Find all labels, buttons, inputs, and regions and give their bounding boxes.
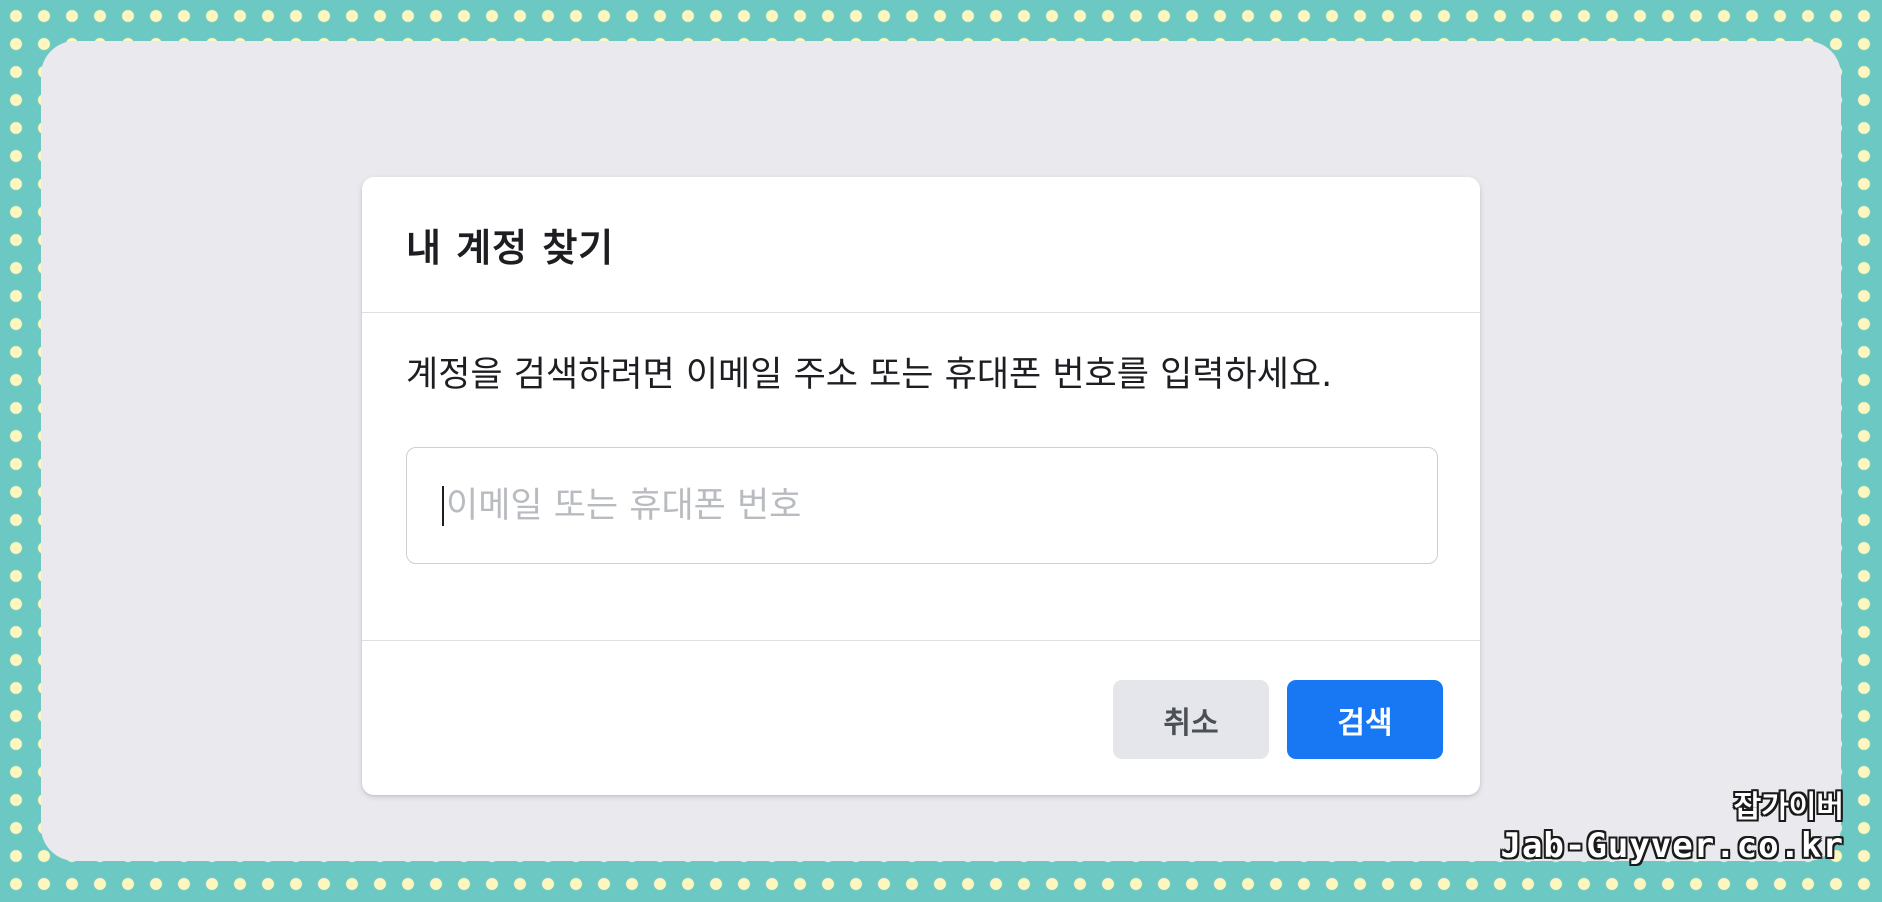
site-watermark: 잡가이버 Jab-Guyver.co.kr xyxy=(1500,790,1844,866)
watermark-domain: Jab-Guyver.co.kr xyxy=(1500,826,1844,866)
watermark-korean: 잡가이버 xyxy=(1733,790,1844,825)
cancel-button[interactable]: 취소 xyxy=(1113,680,1269,759)
dialog-header: 내 계정 찾기 xyxy=(362,177,1480,313)
background-frame: 내 계정 찾기 계정을 검색하려면 이메일 주소 또는 휴대폰 번호를 입력하세… xyxy=(41,41,1841,861)
search-input[interactable] xyxy=(446,485,1406,526)
text-caret xyxy=(442,485,444,526)
dialog-title: 내 계정 찾기 xyxy=(406,226,615,270)
instruction-text: 계정을 검색하려면 이메일 주소 또는 휴대폰 번호를 입력하세요. xyxy=(406,355,1333,395)
search-input-field[interactable] xyxy=(406,447,1438,564)
dialog-footer: 취소 검색 xyxy=(1113,680,1443,759)
dialog-body: 계정을 검색하려면 이메일 주소 또는 휴대폰 번호를 입력하세요. xyxy=(362,313,1480,641)
find-account-dialog: 내 계정 찾기 계정을 검색하려면 이메일 주소 또는 휴대폰 번호를 입력하세… xyxy=(362,177,1480,795)
search-button[interactable]: 검색 xyxy=(1287,680,1443,759)
